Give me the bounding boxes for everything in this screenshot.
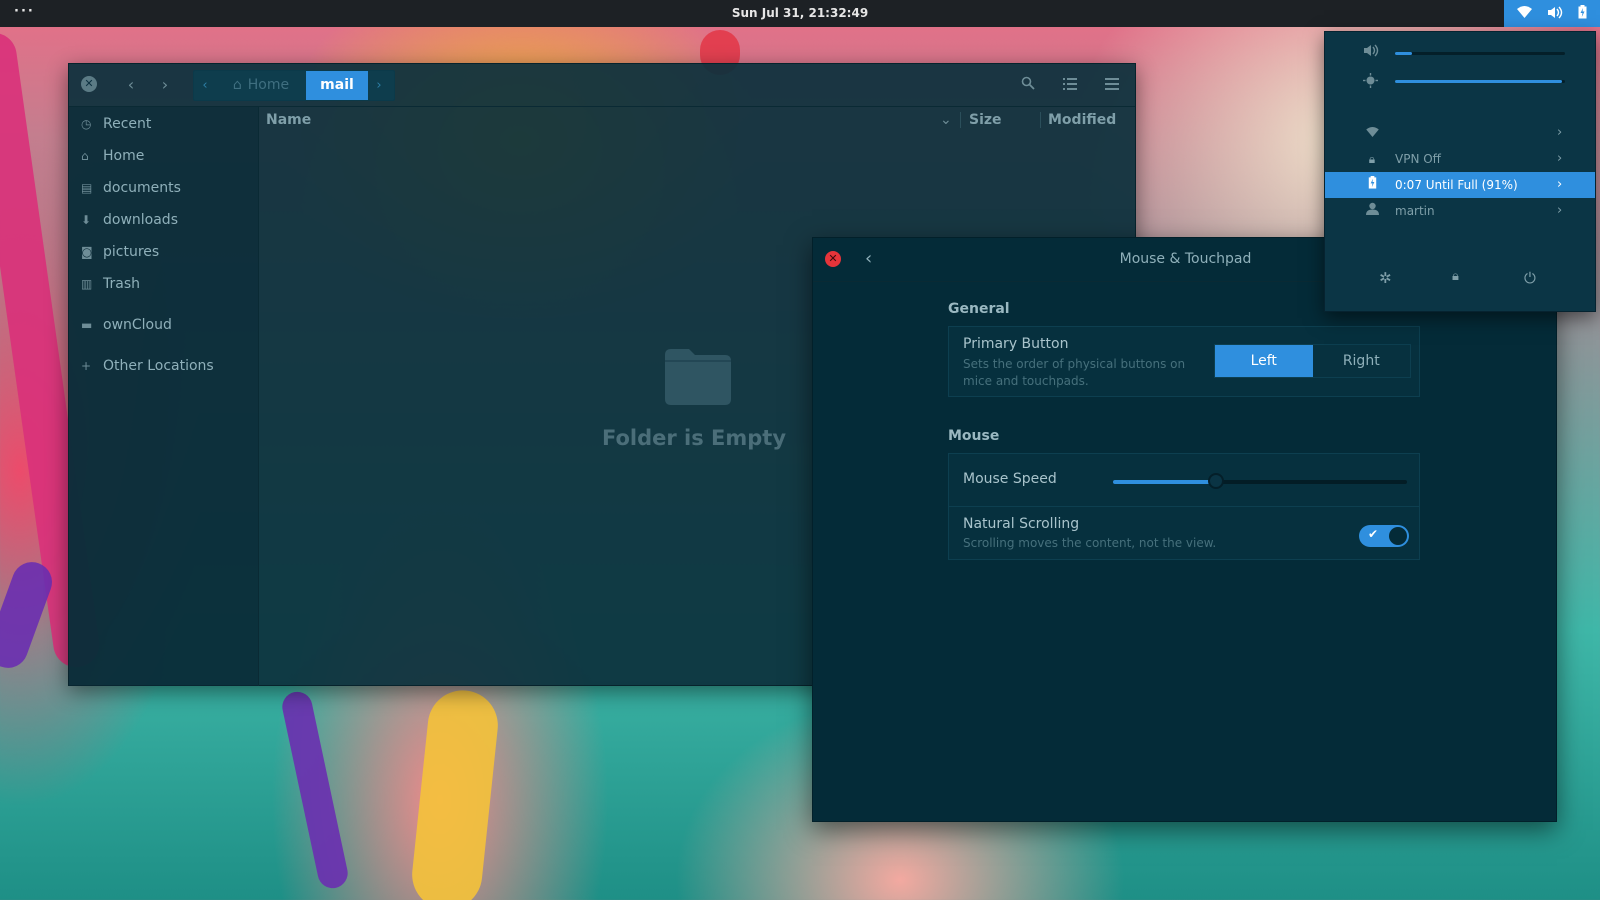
vpn-row[interactable]: 🔒︎ VPN Off › (1325, 146, 1595, 172)
sidebar-item-downloads[interactable]: ⬇ downloads (81, 207, 178, 233)
mouse-speed-title: Mouse Speed (963, 471, 1057, 487)
primary-button-selector: Left Right (1214, 344, 1411, 378)
section-general: General (948, 301, 1010, 317)
path-current-button[interactable]: mail (306, 71, 368, 100)
volume-slider-fill (1395, 52, 1412, 55)
user-icon (1363, 198, 1381, 224)
trash-icon: ▥ (81, 277, 93, 291)
wifi-icon (1363, 120, 1381, 146)
mouse-speed-slider[interactable] (1113, 473, 1407, 489)
sidebar-item-documents[interactable]: ▤ documents (81, 175, 181, 201)
sidebar-item-other-locations[interactable]: + Other Locations (81, 353, 214, 379)
column-modified[interactable]: Modified (1048, 112, 1116, 128)
power-icon[interactable]: ⏻ (1524, 269, 1536, 287)
vpn-label: VPN Off (1395, 152, 1441, 166)
chevron-right-icon: › (1557, 203, 1563, 218)
primary-button-title: Primary Button (963, 336, 1069, 352)
column-name[interactable]: Name (266, 112, 311, 128)
lock-icon[interactable]: 🔒︎ (1452, 269, 1459, 284)
brightness-slider-fill (1395, 80, 1562, 83)
battery-row[interactable]: 0:07 Until Full (91%) › (1325, 172, 1595, 198)
menu-icon[interactable] (1100, 73, 1124, 97)
primary-button-panel: Primary Button Sets the order of physica… (948, 326, 1420, 397)
system-tray[interactable] (1504, 0, 1600, 27)
file-manager-header: ✕ ‹ › ‹ ⌂ Home mail › (69, 64, 1135, 107)
mouse-panel: Mouse Speed Natural Scrolling Scrolling … (948, 453, 1420, 560)
volume-icon (1363, 44, 1379, 61)
natural-scrolling-title: Natural Scrolling (963, 516, 1080, 532)
brightness-slider[interactable] (1395, 80, 1565, 83)
wifi-icon (1517, 6, 1533, 21)
close-icon[interactable]: ✕ (81, 76, 97, 92)
home-icon: ⌂ (81, 149, 89, 163)
settings-icon[interactable]: ✲ (1379, 269, 1392, 287)
folder-icon: ▬ (81, 318, 93, 332)
volume-slider[interactable] (1395, 52, 1565, 55)
battery-icon (1363, 172, 1381, 198)
back-icon[interactable]: ‹ (119, 73, 143, 97)
clock-icon: ◷ (81, 117, 92, 131)
wifi-row[interactable]: › (1325, 120, 1595, 146)
sidebar-item-owncloud[interactable]: ▬ ownCloud (81, 312, 172, 338)
brightness-icon (1363, 73, 1378, 92)
sidebar-item-recent[interactable]: ◷ Recent (81, 111, 151, 137)
chevron-right-icon: › (1557, 177, 1563, 192)
sidebar-item-home[interactable]: ⌂ Home (81, 143, 144, 169)
path-left-icon[interactable]: ‹ (194, 71, 216, 100)
chevron-right-icon: › (1557, 151, 1563, 166)
natural-scrolling-toggle[interactable]: ✔ (1359, 525, 1409, 547)
battery-icon (1578, 5, 1587, 22)
toggle-knob (1389, 527, 1407, 545)
row-divider (949, 506, 1419, 507)
natural-scrolling-description: Scrolling moves the content, not the vie… (963, 536, 1217, 550)
left-button-option[interactable]: Left (1215, 345, 1313, 377)
camera-icon: ◙ (81, 245, 93, 259)
search-icon[interactable] (1016, 73, 1040, 97)
column-size[interactable]: Size (969, 112, 1002, 128)
mouse-speed-handle[interactable] (1207, 473, 1224, 489)
forward-icon[interactable]: › (153, 73, 177, 97)
lock-icon: 🔒︎ (1368, 152, 1376, 166)
sidebar-item-trash[interactable]: ▥ Trash (81, 271, 140, 297)
sidebar: ◷ Recent ⌂ Home ▤ documents ⬇ downloads ◙ pic… (69, 107, 259, 686)
column-header: Name ⌄ Size Modified (260, 107, 1135, 134)
mouse-speed-fill (1113, 480, 1216, 484)
user-label: martin (1395, 204, 1435, 218)
download-icon: ⬇ (81, 213, 92, 227)
section-mouse: Mouse (948, 428, 1000, 444)
settings-window: ✕ ‹ Mouse & Touchpad General Primary But… (812, 237, 1557, 822)
chevron-right-icon: › (1557, 125, 1563, 140)
wallpaper-streak (408, 686, 502, 900)
battery-label: 0:07 Until Full (91%) (1395, 178, 1518, 192)
column-divider (960, 112, 961, 128)
check-icon: ✔ (1368, 527, 1379, 541)
clock[interactable]: Sun Jul 31, 21:32:49 (0, 6, 1600, 20)
user-row[interactable]: martin › (1325, 198, 1595, 224)
sidebar-item-pictures[interactable]: ◙ pictures (81, 239, 159, 265)
volume-icon (1547, 6, 1563, 22)
path-home-button[interactable]: ⌂ Home (216, 71, 306, 100)
sort-chevron-down-icon[interactable]: ⌄ (940, 112, 952, 128)
right-button-option[interactable]: Right (1312, 345, 1410, 377)
document-icon: ▤ (81, 181, 93, 195)
home-icon: ⌂ (232, 77, 242, 93)
primary-button-description: Sets the order of physical buttons on mi… (963, 357, 1186, 388)
top-bar: ··· Sun Jul 31, 21:32:49 (0, 0, 1600, 27)
folder-icon (665, 349, 731, 405)
path-right-icon[interactable]: › (368, 71, 390, 100)
path-bar: ‹ ⌂ Home mail › (193, 70, 395, 101)
plus-icon: + (81, 359, 92, 373)
list-view-icon[interactable] (1058, 73, 1082, 97)
system-menu: › 🔒︎ VPN Off › 0:07 Until Full (91%) › m… (1324, 31, 1596, 312)
column-divider (1040, 112, 1041, 128)
wallpaper-streak (279, 689, 351, 891)
